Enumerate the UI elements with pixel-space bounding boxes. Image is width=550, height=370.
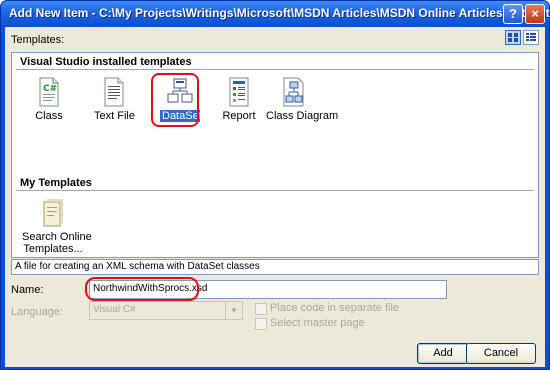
template-label: Text File [94,110,135,122]
language-label: Language: [11,306,63,318]
master-page-label: Select master page [270,317,365,329]
name-label: Name: [11,284,44,296]
my-templates-heading: My Templates [20,177,92,189]
window-title: Add New Item - C:\My Projects\Writings\M… [9,6,550,20]
add-button[interactable]: Add [417,343,469,364]
master-page-checkbox[interactable] [255,318,267,330]
template-text-file[interactable]: Text File [94,77,135,122]
add-new-item-dialog: Add New Item - C:\My Projects\Writings\M… [0,0,550,370]
section-divider [16,69,534,70]
large-icons-icon [508,33,518,42]
section-divider [16,190,534,191]
class-icon: C# [39,77,59,107]
templates-panel: Visual Studio installed templates C# Cla… [11,52,539,258]
help-button[interactable]: ? [503,4,523,24]
template-label: Report [222,110,256,122]
class-diagram-icon [283,77,304,107]
svg-text:C#: C# [43,84,57,94]
template-label: Class [35,110,63,122]
language-select-value: Visual C# [93,304,136,315]
template-class[interactable]: C# Class [34,77,64,122]
language-select[interactable]: Visual C# ▼ [89,301,243,320]
installed-templates-heading: Visual Studio installed templates [20,56,192,68]
name-highlight-ring [85,277,199,301]
close-button[interactable]: × [525,4,545,24]
place-code-checkbox[interactable] [255,303,267,315]
template-label: Class Diagram [266,110,339,122]
template-search-online[interactable]: Search Online Templates... [22,199,92,255]
template-label-line2: Templates... [23,243,83,255]
text-file-icon [104,77,124,107]
cancel-button[interactable]: Cancel [466,343,536,364]
title-bar[interactable]: Add New Item - C:\My Projects\Writings\M… [1,1,550,27]
small-icons-icon [526,33,536,41]
dataset-highlight-ring [151,73,199,127]
template-report[interactable]: Report [222,77,256,122]
template-description: A file for creating an XML schema with D… [11,259,539,275]
large-icons-view-button[interactable] [505,30,521,45]
search-online-icon [43,199,63,227]
report-icon [229,77,249,107]
template-class-diagram[interactable]: Class Diagram [266,77,339,122]
place-code-label: Place code in separate file [270,302,400,314]
templates-label: Templates: [11,34,65,46]
template-label-line1: Search Online [22,231,92,243]
chevron-down-icon[interactable]: ▼ [225,302,242,319]
dialog-body: Templates: Visual Studio installed templ… [5,27,545,367]
small-icons-view-button[interactable] [523,30,539,45]
